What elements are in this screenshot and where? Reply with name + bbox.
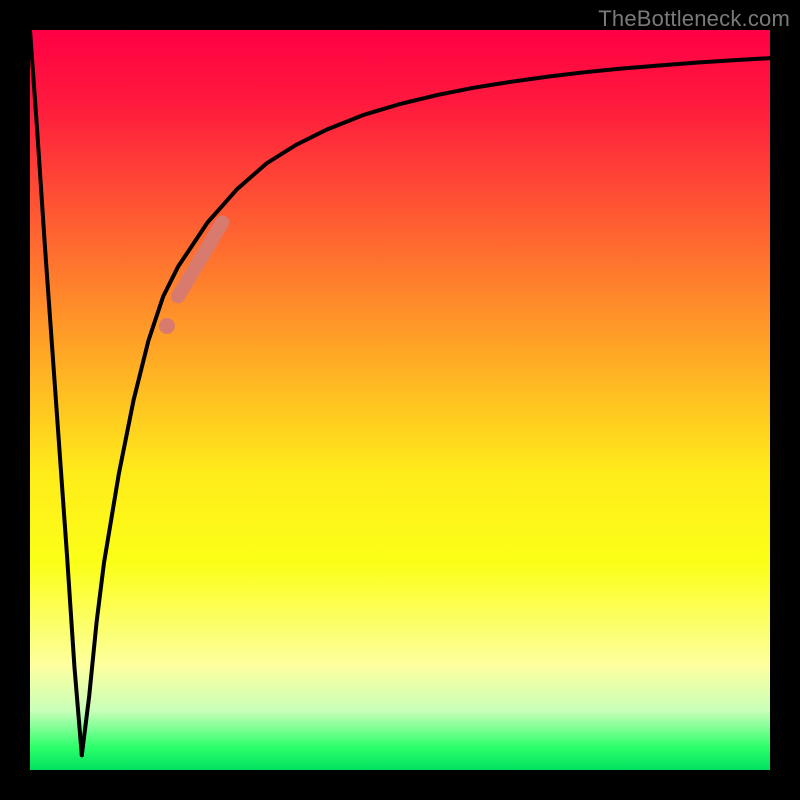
chart-frame: TheBottleneck.com <box>0 0 800 800</box>
watermark-text: TheBottleneck.com <box>598 6 790 32</box>
curve-left-descent <box>30 30 82 755</box>
curve-main <box>82 58 770 755</box>
plot-area <box>30 30 770 770</box>
curve-layer <box>30 30 770 770</box>
highlight-dot <box>159 318 175 334</box>
